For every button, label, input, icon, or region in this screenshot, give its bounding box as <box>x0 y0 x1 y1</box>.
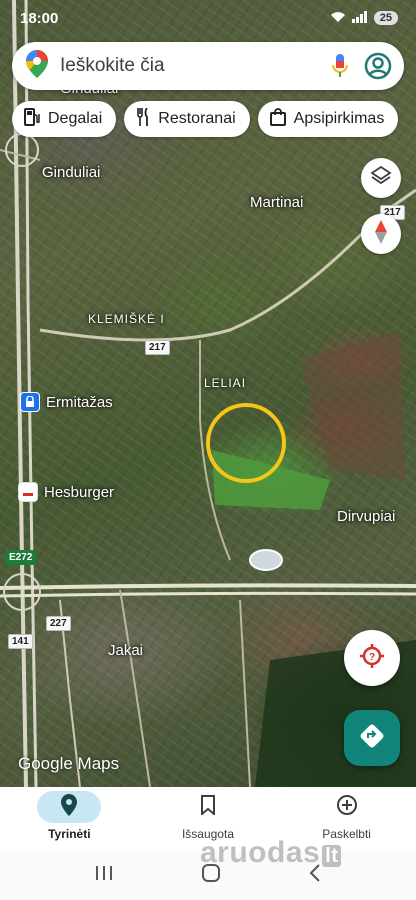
nav-pill <box>315 791 379 823</box>
compass-button[interactable] <box>361 214 401 254</box>
chip-label: Restoranai <box>158 110 236 127</box>
status-icons: 25 <box>330 10 398 26</box>
directions-icon <box>359 723 385 754</box>
chip-fuel[interactable]: Degalai <box>12 101 117 137</box>
road-shield-227: 227 <box>46 616 71 631</box>
store-icon <box>20 392 40 412</box>
chip-shopping[interactable]: Apsipirkimas <box>257 101 399 137</box>
poi-ermitazas[interactable]: Ermitažas <box>20 392 113 412</box>
directions-button[interactable] <box>344 710 400 766</box>
place-label-jakai[interactable]: Jakai <box>108 642 143 659</box>
restaurant-icon <box>18 482 38 502</box>
google-maps-attribution: Google Maps <box>18 754 120 773</box>
category-chips: Degalai Restoranai Apsipirkimas <box>12 101 399 137</box>
watermark-text: aruodas <box>200 836 321 869</box>
shopping-bag-icon <box>269 107 286 131</box>
search-input[interactable]: Ieškokite čia <box>60 55 318 77</box>
place-label-dirvupiai[interactable]: Dirvupiai <box>337 508 395 525</box>
road-shield-217-b: 217 <box>145 340 170 355</box>
nav-contribute[interactable]: Paskelbti <box>287 791 407 841</box>
gas-station-icon <box>24 107 40 131</box>
place-label-klemiske[interactable]: KLEMIŠKĖ I <box>88 312 165 326</box>
chip-label: Degalai <box>48 110 103 127</box>
place-label-martinai[interactable]: Martinai <box>250 194 303 211</box>
restaurant-icon <box>136 106 150 131</box>
status-bar: 18:00 25 <box>0 0 416 36</box>
watermark-suffix: lt <box>322 845 342 867</box>
nav-pill <box>176 791 240 823</box>
chip-restaurants[interactable]: Restoranai <box>124 101 250 137</box>
microphone-icon[interactable] <box>324 50 356 82</box>
recent-apps-icon[interactable] <box>95 865 113 886</box>
road-shield-141: 141 <box>8 634 33 649</box>
svg-text:?: ? <box>369 652 375 663</box>
location-target-icon: ? <box>358 642 386 675</box>
compass-icon <box>373 219 389 249</box>
poi-label: Ermitažas <box>46 393 113 411</box>
explore-pin-icon <box>61 793 78 821</box>
search-bar[interactable]: Ieškokite čia <box>12 42 404 90</box>
layers-button[interactable] <box>361 158 401 198</box>
layers-icon <box>370 165 392 192</box>
status-time: 18:00 <box>20 9 59 27</box>
nav-saved[interactable]: Išsaugota <box>148 791 268 841</box>
wifi-icon <box>330 11 346 26</box>
signal-icon <box>351 10 368 26</box>
aruodas-watermark: aruodas lt <box>200 836 342 870</box>
add-circle-icon <box>336 794 358 821</box>
my-location-button[interactable]: ? <box>344 630 400 686</box>
nav-label-explore: Tyrinėti <box>48 827 91 841</box>
nav-active-indicator <box>37 791 102 823</box>
bookmark-icon <box>200 794 215 820</box>
place-label-leliai[interactable]: LELIAI <box>204 376 246 390</box>
google-maps-pin-icon <box>26 49 48 83</box>
nav-explore[interactable]: Tyrinėti <box>9 791 129 841</box>
chip-label: Apsipirkimas <box>293 110 385 127</box>
battery-icon: 25 <box>373 11 398 25</box>
poi-label: Hesburger <box>44 483 115 501</box>
road-shield-e272: E272 <box>5 550 37 565</box>
poi-hesburger[interactable]: Hesburger <box>18 482 114 502</box>
account-icon[interactable] <box>362 50 394 82</box>
place-label-ginduliai[interactable]: Ginduliai <box>42 164 100 181</box>
plot-highlight-circle <box>206 403 286 483</box>
